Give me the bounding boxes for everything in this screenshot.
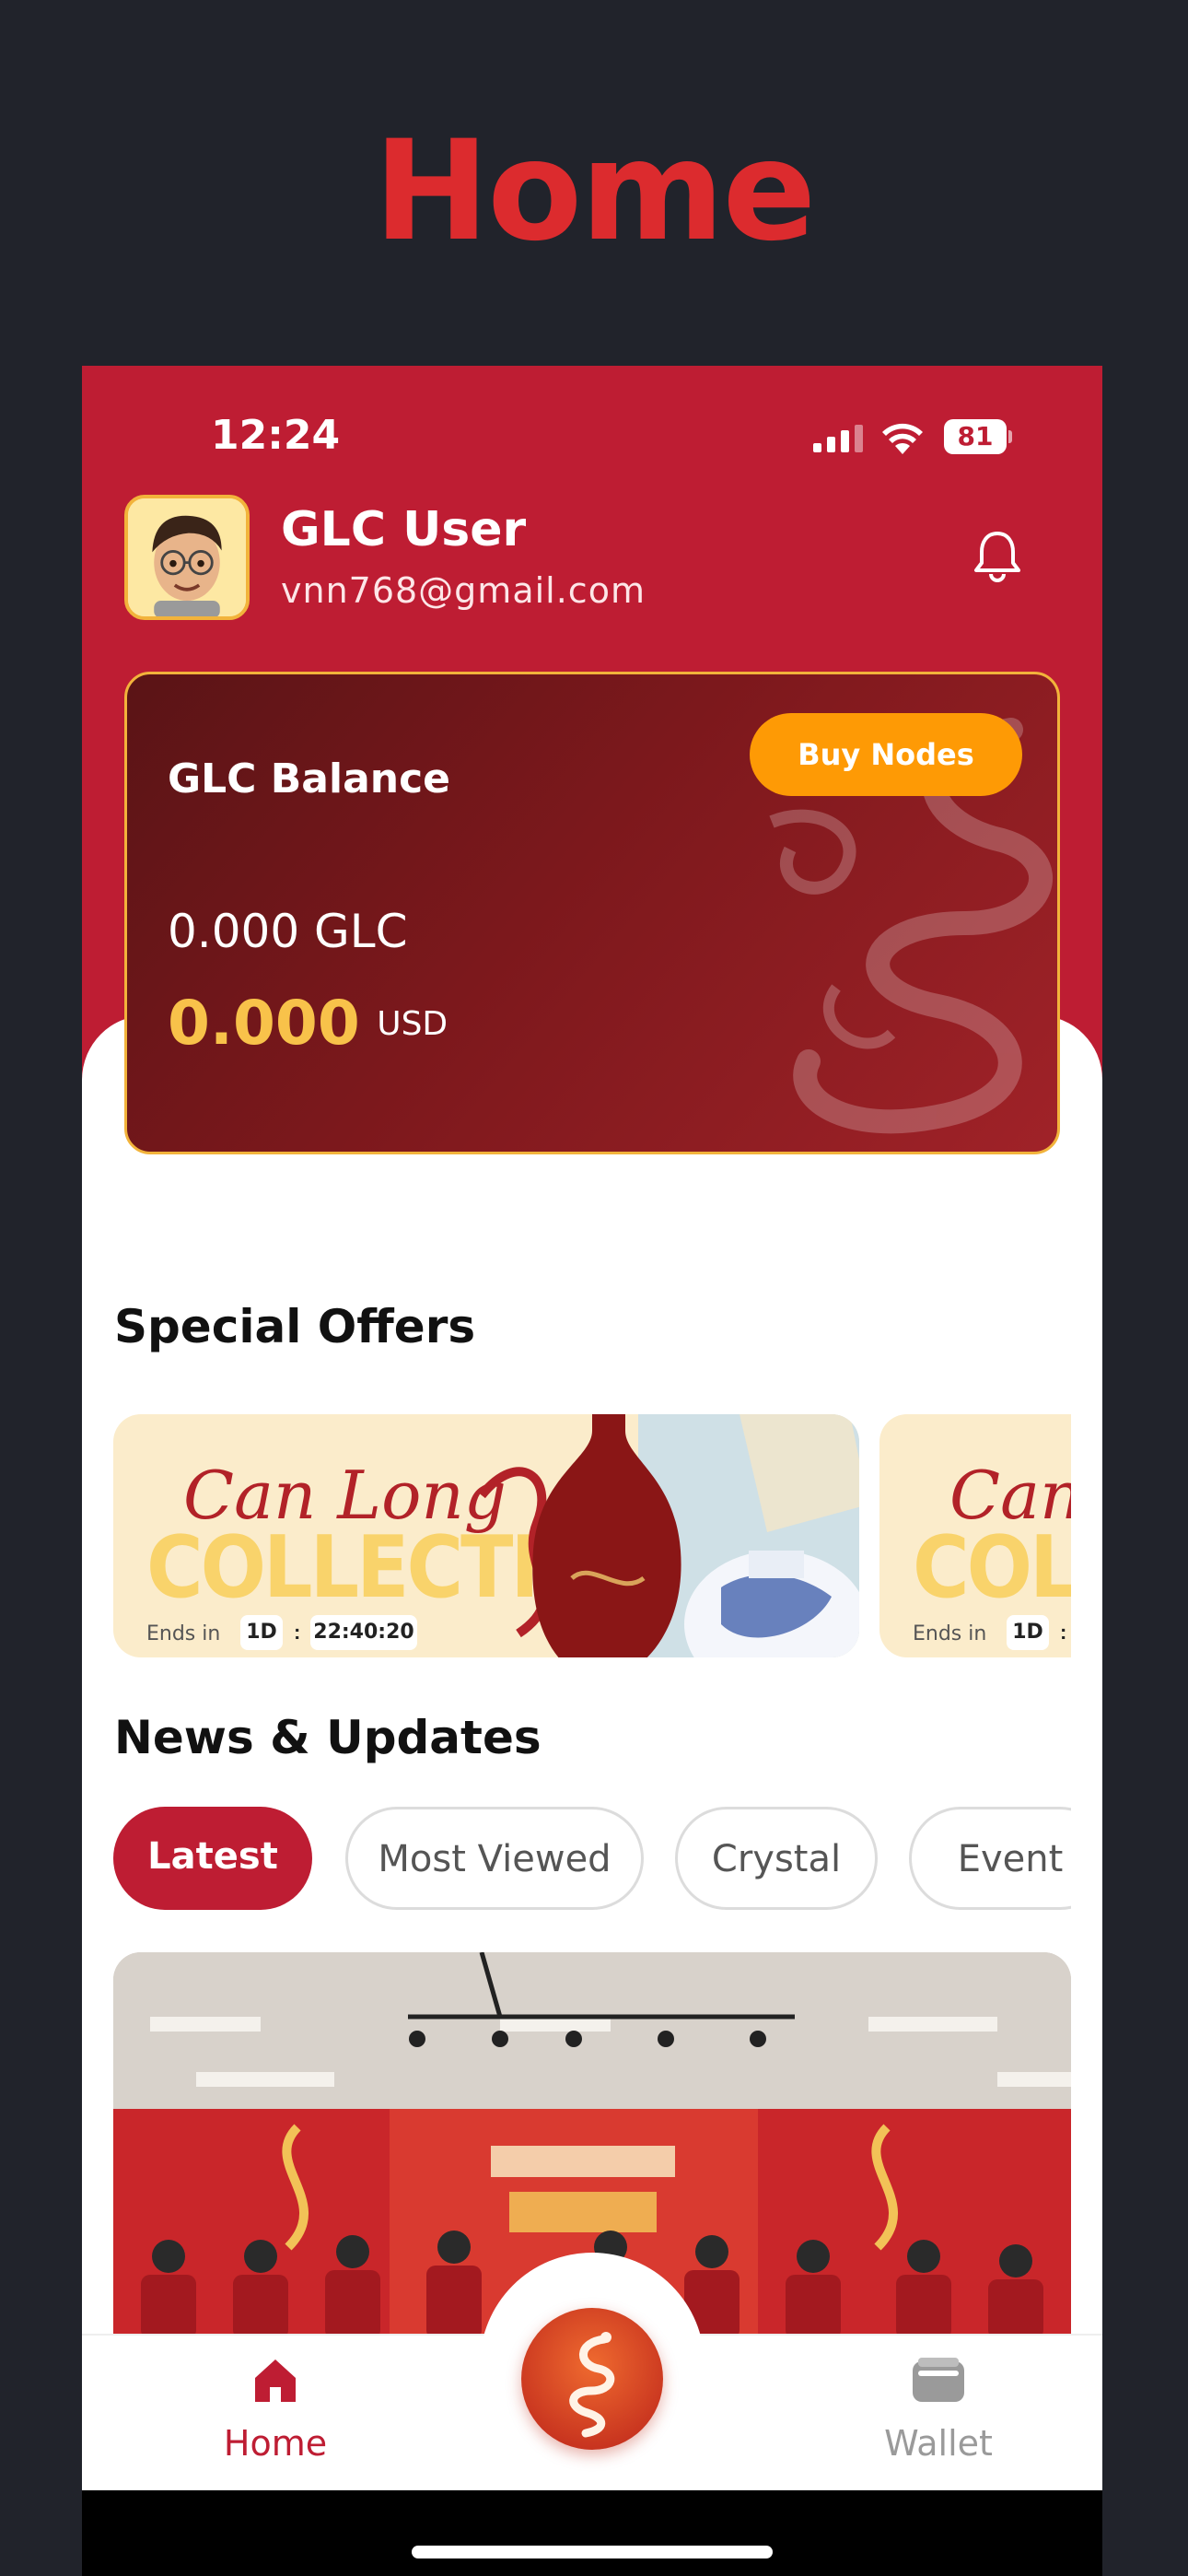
buy-nodes-button[interactable]: Buy Nodes [750,713,1022,796]
offers-carousel[interactable]: Can Long COLLECTION Ends in 1D : 22:40:2… [113,1394,1071,1661]
usd-row: 0.000 USD [168,988,448,1059]
balance-card: GLC Balance Buy Nodes 0.000 GLC 0.000 US… [124,672,1060,1154]
vase-artwork-icon [478,1414,859,1657]
tab-latest[interactable]: Latest [113,1807,312,1910]
offer-ends-label: Ends in [146,1622,221,1645]
offer-ends-label: Ends in [913,1622,987,1645]
offer-time: 22:40:20 [310,1615,417,1650]
user-name: GLC User [281,502,527,557]
offer-days: 1D [1007,1615,1049,1650]
battery-icon: 81 [944,419,1012,454]
wallet-icon [913,2358,964,2402]
nav-wallet[interactable]: Wallet [865,2356,1012,2464]
wifi-icon [882,423,923,454]
signal-icon [813,425,863,452]
special-offers-title: Special Offers [114,1300,476,1353]
tab-most-viewed[interactable]: Most Viewed [345,1807,644,1910]
avatar-face-icon [128,498,246,616]
nav-home[interactable]: Home [202,2356,349,2464]
tab-event[interactable]: Event [909,1807,1071,1910]
status-bar: 12:24 81 [82,412,1102,459]
nav-wallet-label: Wallet [884,2423,993,2464]
status-time: 12:24 [211,412,341,459]
offer-card[interactable]: Can Long COLLECTION Ends in 1D : 22:40:2… [113,1414,859,1657]
home-indicator-area [82,2490,1102,2576]
nav-home-label: Home [223,2423,328,2464]
news-tabs: Latest Most Viewed Crystal Event [113,1807,1071,1917]
user-email: vnn768@gmail.com [281,570,646,611]
page-heading: Home [373,111,817,272]
glc-amount: 0.000 GLC [168,905,408,958]
offer-days: 1D [240,1615,283,1650]
avatar[interactable] [124,495,250,620]
tab-crystal[interactable]: Crystal [675,1807,878,1910]
usd-label: USD [377,1005,448,1043]
dragon-logo-icon [569,2332,615,2438]
home-indicator[interactable] [412,2546,773,2558]
bell-icon[interactable] [972,528,1023,583]
center-dragon-button[interactable] [521,2308,663,2450]
offer-collection-title: COLLE [913,1517,1071,1617]
usd-amount: 0.000 [168,988,360,1059]
battery-level: 81 [944,419,1007,454]
balance-title: GLC Balance [168,755,451,802]
offer-card[interactable]: Can COLLE Ends in 1D : [879,1414,1071,1657]
phone-screen: 12:24 81 GLC User vnn768@gmail.com GLC B… [82,366,1102,2576]
home-icon [255,2359,296,2402]
news-title: News & Updates [114,1711,542,1764]
